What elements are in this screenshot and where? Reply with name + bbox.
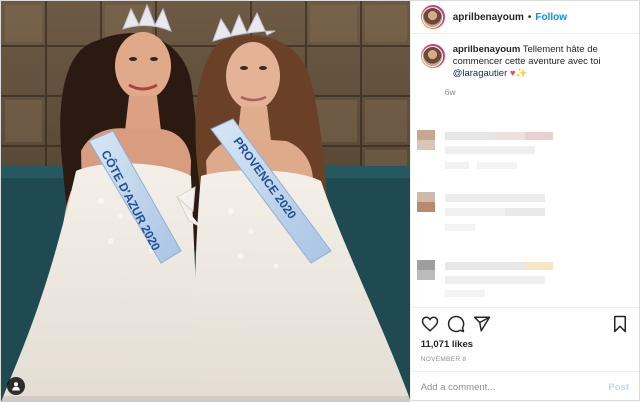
share-icon xyxy=(473,316,490,331)
bookmark-icon xyxy=(614,315,626,332)
action-bar xyxy=(410,307,639,339)
caption-sparkle-emoji: ✨ xyxy=(515,68,528,79)
post-date[interactable]: NOVEMBER 8 xyxy=(411,353,639,371)
likes-count[interactable]: 11,071 likes xyxy=(411,339,639,353)
like-button[interactable] xyxy=(419,313,441,335)
user-tag-icon xyxy=(12,382,20,391)
blurred-comment xyxy=(416,130,639,180)
comment-icon xyxy=(447,315,465,332)
comment-button[interactable] xyxy=(445,313,467,335)
heart-icon xyxy=(421,315,438,332)
post-header: aprilbenayoum • Follow xyxy=(410,1,639,34)
post-panel: aprilbenayoum • Follow aprilbenayoum Tel… xyxy=(409,1,639,402)
caption-mention[interactable]: @laragautier xyxy=(453,68,508,79)
caption-username[interactable]: aprilbenayoum xyxy=(453,44,521,55)
post-photo[interactable]: CÔTE D'AZUR 2020 PROVENCE 2020 xyxy=(1,1,410,402)
comment-form: Post xyxy=(410,371,639,402)
caption: aprilbenayoum Tellement hâte de commence… xyxy=(420,44,629,97)
save-button[interactable] xyxy=(609,313,631,335)
post-comment-button[interactable]: Post xyxy=(608,382,629,393)
caption-avatar[interactable] xyxy=(420,44,445,68)
follow-button[interactable]: Follow xyxy=(535,12,567,23)
share-button[interactable] xyxy=(471,313,493,335)
comments-area[interactable]: aprilbenayoum Tellement hâte de commence… xyxy=(411,34,639,307)
header-username[interactable]: aprilbenayoum xyxy=(453,12,524,23)
blurred-comment xyxy=(416,192,639,242)
caption-age: 6w xyxy=(444,87,456,97)
photo-illustration: CÔTE D'AZUR 2020 PROVENCE 2020 xyxy=(1,1,410,402)
blurred-comment xyxy=(416,260,639,307)
user-tag-button[interactable] xyxy=(7,377,25,395)
comment-input[interactable] xyxy=(420,381,609,393)
separator-dot: • xyxy=(527,11,532,23)
avatar[interactable] xyxy=(420,5,445,29)
instagram-post: CÔTE D'AZUR 2020 PROVENCE 2020 aprilbena… xyxy=(0,0,640,402)
